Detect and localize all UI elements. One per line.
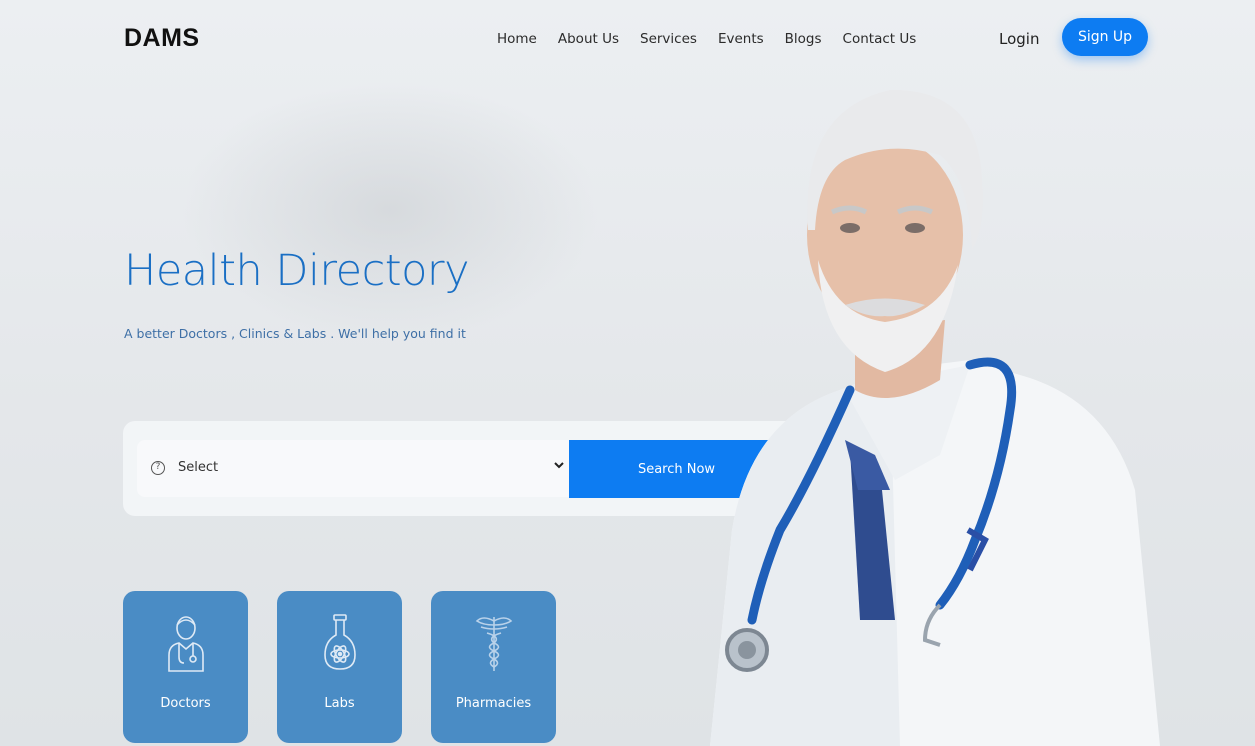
nav-contact-us[interactable]: Contact Us xyxy=(843,31,917,47)
select-value: Select xyxy=(178,460,219,475)
flask-icon xyxy=(324,614,356,670)
nav-events[interactable]: Events xyxy=(718,31,764,47)
doctor-photo xyxy=(710,89,1160,746)
login-link[interactable]: Login xyxy=(999,30,1039,48)
caduceus-icon xyxy=(475,617,513,671)
card-pharmacies[interactable]: Pharmacies xyxy=(431,591,556,743)
card-labs-label: Labs xyxy=(324,696,355,711)
chevron-down-icon xyxy=(553,459,565,474)
hero-subtitle: A better Doctors , Clinics & Labs . We'l… xyxy=(124,326,466,341)
question-circle-icon: ? xyxy=(151,461,165,475)
category-select[interactable]: ? Select xyxy=(137,440,569,497)
nav-services[interactable]: Services xyxy=(640,31,697,47)
brand-logo[interactable]: DAMS xyxy=(124,24,200,53)
nav-blogs[interactable]: Blogs xyxy=(785,31,822,47)
card-labs[interactable]: Labs xyxy=(277,591,402,743)
nav-about-us[interactable]: About Us xyxy=(558,31,619,47)
hero-title: Health Directory xyxy=(124,246,470,296)
nav-home[interactable]: Home xyxy=(497,31,537,47)
card-doctors[interactable]: Doctors xyxy=(123,591,248,743)
main-nav: Home About Us Services Events Blogs Cont… xyxy=(497,31,937,47)
signup-button[interactable]: Sign Up xyxy=(1062,18,1148,56)
background-glow xyxy=(180,80,600,340)
doctor-icon xyxy=(168,616,204,672)
card-pharmacies-label: Pharmacies xyxy=(455,696,532,711)
card-doctors-label: Doctors xyxy=(160,696,211,711)
